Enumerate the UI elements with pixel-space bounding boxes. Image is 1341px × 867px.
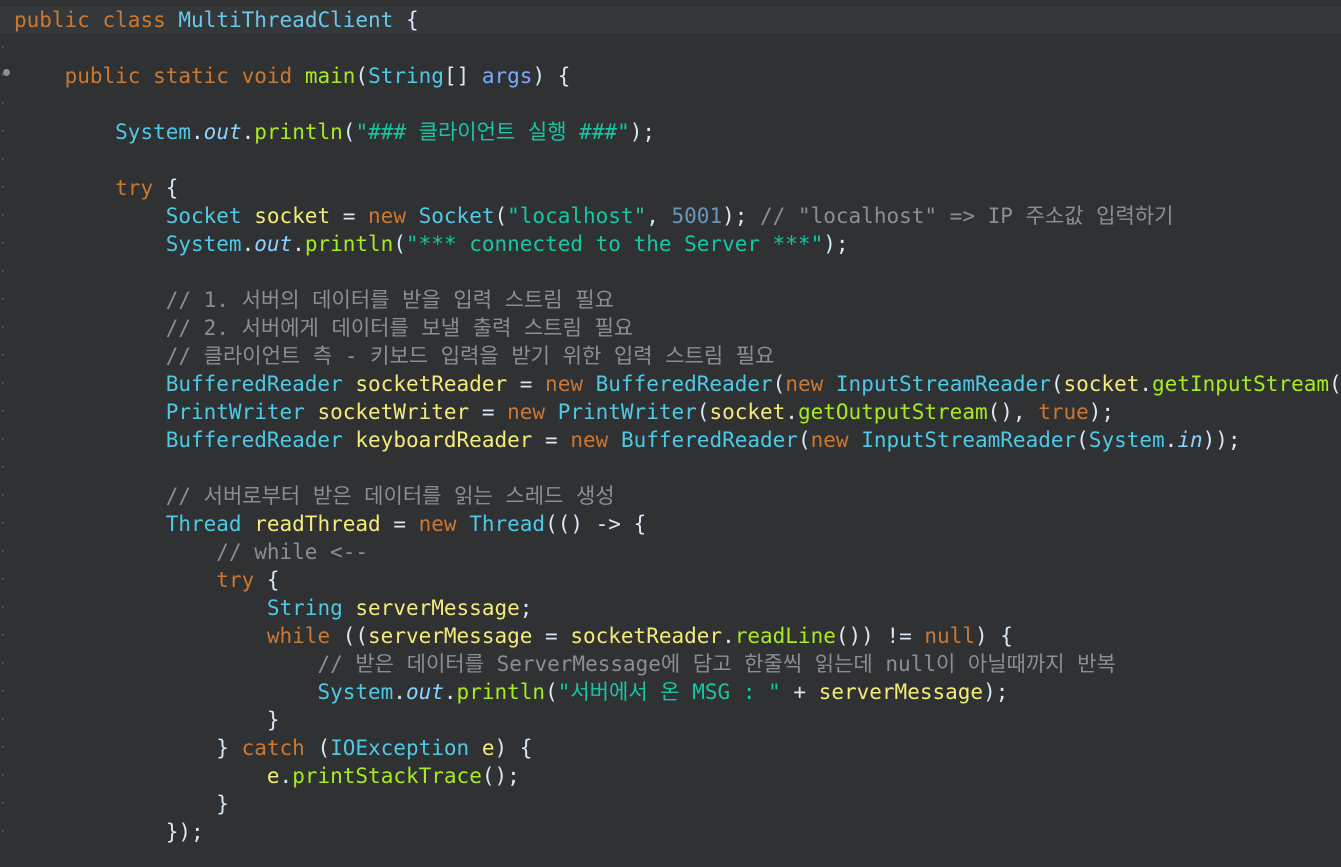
gutter-mark: ·	[0, 435, 4, 445]
code-line[interactable]	[14, 146, 1341, 174]
code-line[interactable]: Thread readThread = new Thread(() -> {	[14, 510, 1341, 538]
gutter-mark: ·	[0, 351, 4, 361]
code-line[interactable]: }	[14, 790, 1341, 818]
gutter-mark: ·	[0, 295, 4, 305]
gutter-mark: ·	[0, 127, 4, 137]
code-line[interactable]: // 1. 서버의 데이터를 받을 입력 스트림 필요	[14, 286, 1341, 314]
code-line[interactable]: // 받은 데이터를 ServerMessage에 담고 한줄씩 읽는데 nul…	[14, 650, 1341, 678]
code-line[interactable]: public class MultiThreadClient {	[0, 6, 1341, 34]
code-line[interactable]	[14, 34, 1341, 62]
code-line[interactable]: try {	[14, 566, 1341, 594]
code-line[interactable]	[14, 90, 1341, 118]
code-line[interactable]: // 클라이언트 측 - 키보드 입력을 받기 위한 입력 스트림 필요	[14, 342, 1341, 370]
gutter-mark: ·	[0, 659, 4, 669]
gutter-mark: ·	[0, 43, 4, 53]
code-line[interactable]: System.out.println("### 클라이언트 실행 ###");	[14, 118, 1341, 146]
gutter-mark: ·	[0, 827, 4, 837]
code-editor[interactable]: ······························ public cl…	[0, 0, 1341, 867]
code-line[interactable]: });	[14, 818, 1341, 846]
fold-marker-icon[interactable]	[3, 69, 10, 76]
code-line[interactable]: Socket socket = new Socket("localhost", …	[14, 202, 1341, 230]
code-line[interactable]: }	[14, 706, 1341, 734]
code-line[interactable]: BufferedReader keyboardReader = new Buff…	[14, 426, 1341, 454]
code-line[interactable]: PrintWriter socketWriter = new PrintWrit…	[14, 398, 1341, 426]
code-line[interactable]: public static void main(String[] args) {	[14, 62, 1341, 90]
code-line[interactable]: try {	[14, 174, 1341, 202]
gutter-mark: ·	[0, 799, 4, 809]
code-line[interactable]: while ((serverMessage = socketReader.rea…	[14, 622, 1341, 650]
gutter-mark: ·	[0, 379, 4, 389]
gutter-mark: ·	[0, 575, 4, 585]
gutter-mark: ·	[0, 99, 4, 109]
code-area[interactable]: public class MultiThreadClient { public …	[0, 6, 1341, 846]
gutter-mark: ·	[0, 155, 4, 165]
gutter-mark: ·	[0, 183, 4, 193]
gutter-mark: ·	[0, 743, 4, 753]
gutter-mark: ·	[0, 631, 4, 641]
line-gutter: ······························	[0, 0, 10, 867]
gutter-mark: ·	[0, 603, 4, 613]
code-line[interactable]: // 2. 서버에게 데이터를 보낼 출력 스트림 필요	[14, 314, 1341, 342]
code-line[interactable]: e.printStackTrace();	[14, 762, 1341, 790]
gutter-mark: ·	[0, 715, 4, 725]
code-line[interactable]: String serverMessage;	[14, 594, 1341, 622]
code-line[interactable]	[14, 454, 1341, 482]
gutter-mark: ·	[0, 211, 4, 221]
gutter-mark: ·	[0, 547, 4, 557]
gutter-mark: ·	[0, 491, 4, 501]
code-line[interactable]: System.out.println("*** connected to the…	[14, 230, 1341, 258]
gutter-mark: ·	[0, 323, 4, 333]
gutter-mark: ·	[0, 519, 4, 529]
gutter-mark: ·	[0, 407, 4, 417]
gutter-mark: ·	[0, 771, 4, 781]
code-line[interactable]: // while <--	[14, 538, 1341, 566]
code-line[interactable]: BufferedReader socketReader = new Buffer…	[14, 370, 1341, 398]
code-line[interactable]: System.out.println("서버에서 온 MSG : " + ser…	[14, 678, 1341, 706]
code-line[interactable]: // 서버로부터 받은 데이터를 읽는 스레드 생성	[14, 482, 1341, 510]
gutter-mark: ·	[0, 687, 4, 697]
code-line[interactable]: } catch (IOException e) {	[14, 734, 1341, 762]
gutter-mark: ·	[0, 239, 4, 249]
code-line[interactable]	[14, 258, 1341, 286]
gutter-mark: ·	[0, 463, 4, 473]
gutter-mark: ·	[0, 267, 4, 277]
